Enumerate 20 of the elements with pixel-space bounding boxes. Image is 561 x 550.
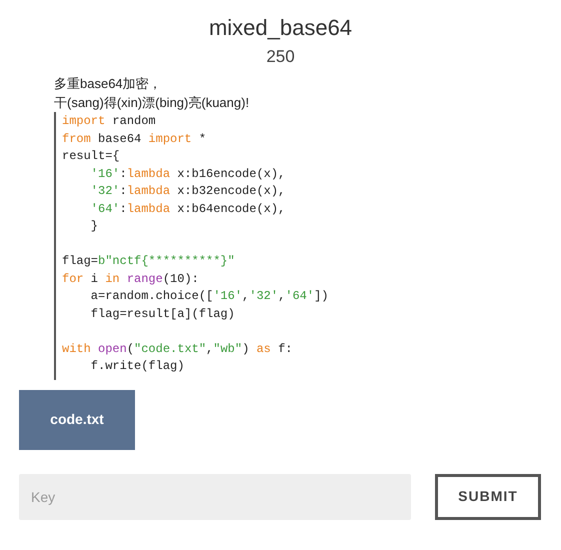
code-line: f.write(flag) [90, 358, 184, 375]
code-line: from base64 import * [62, 130, 206, 148]
file-download-button[interactable]: code.txt [19, 390, 135, 450]
code-line: flag=result[a](flag) [90, 306, 235, 322]
code-line: } [90, 218, 98, 235]
code-line: with open("code.txt","wb") as f: [62, 340, 292, 358]
code-line: a=random.choice(['16','32','64']) [90, 288, 328, 305]
code-line: result={ [62, 148, 120, 165]
key-input-field[interactable]: Key [19, 474, 411, 520]
code-line: '16':lambda x:b16encode(x), [90, 166, 286, 182]
code-line: '32':lambda x:b32encode(x), [90, 183, 286, 200]
challenge-points: 250 [266, 46, 295, 68]
code-line: '64':lambda x:b64encode(x), [90, 200, 286, 218]
challenge-title: mixed_base64 [208, 14, 352, 42]
submit-button[interactable]: SUBMIT [435, 474, 541, 520]
code-line: for i in range(10): [62, 270, 199, 288]
code-line: flag=b"nctf{**********}" [62, 253, 235, 270]
description-text: 干(sang)得(xin)漂(bing)亮(kuang)! [54, 94, 250, 112]
code-line: import random [62, 113, 156, 130]
description-text: 多重base64加密， [54, 75, 162, 93]
